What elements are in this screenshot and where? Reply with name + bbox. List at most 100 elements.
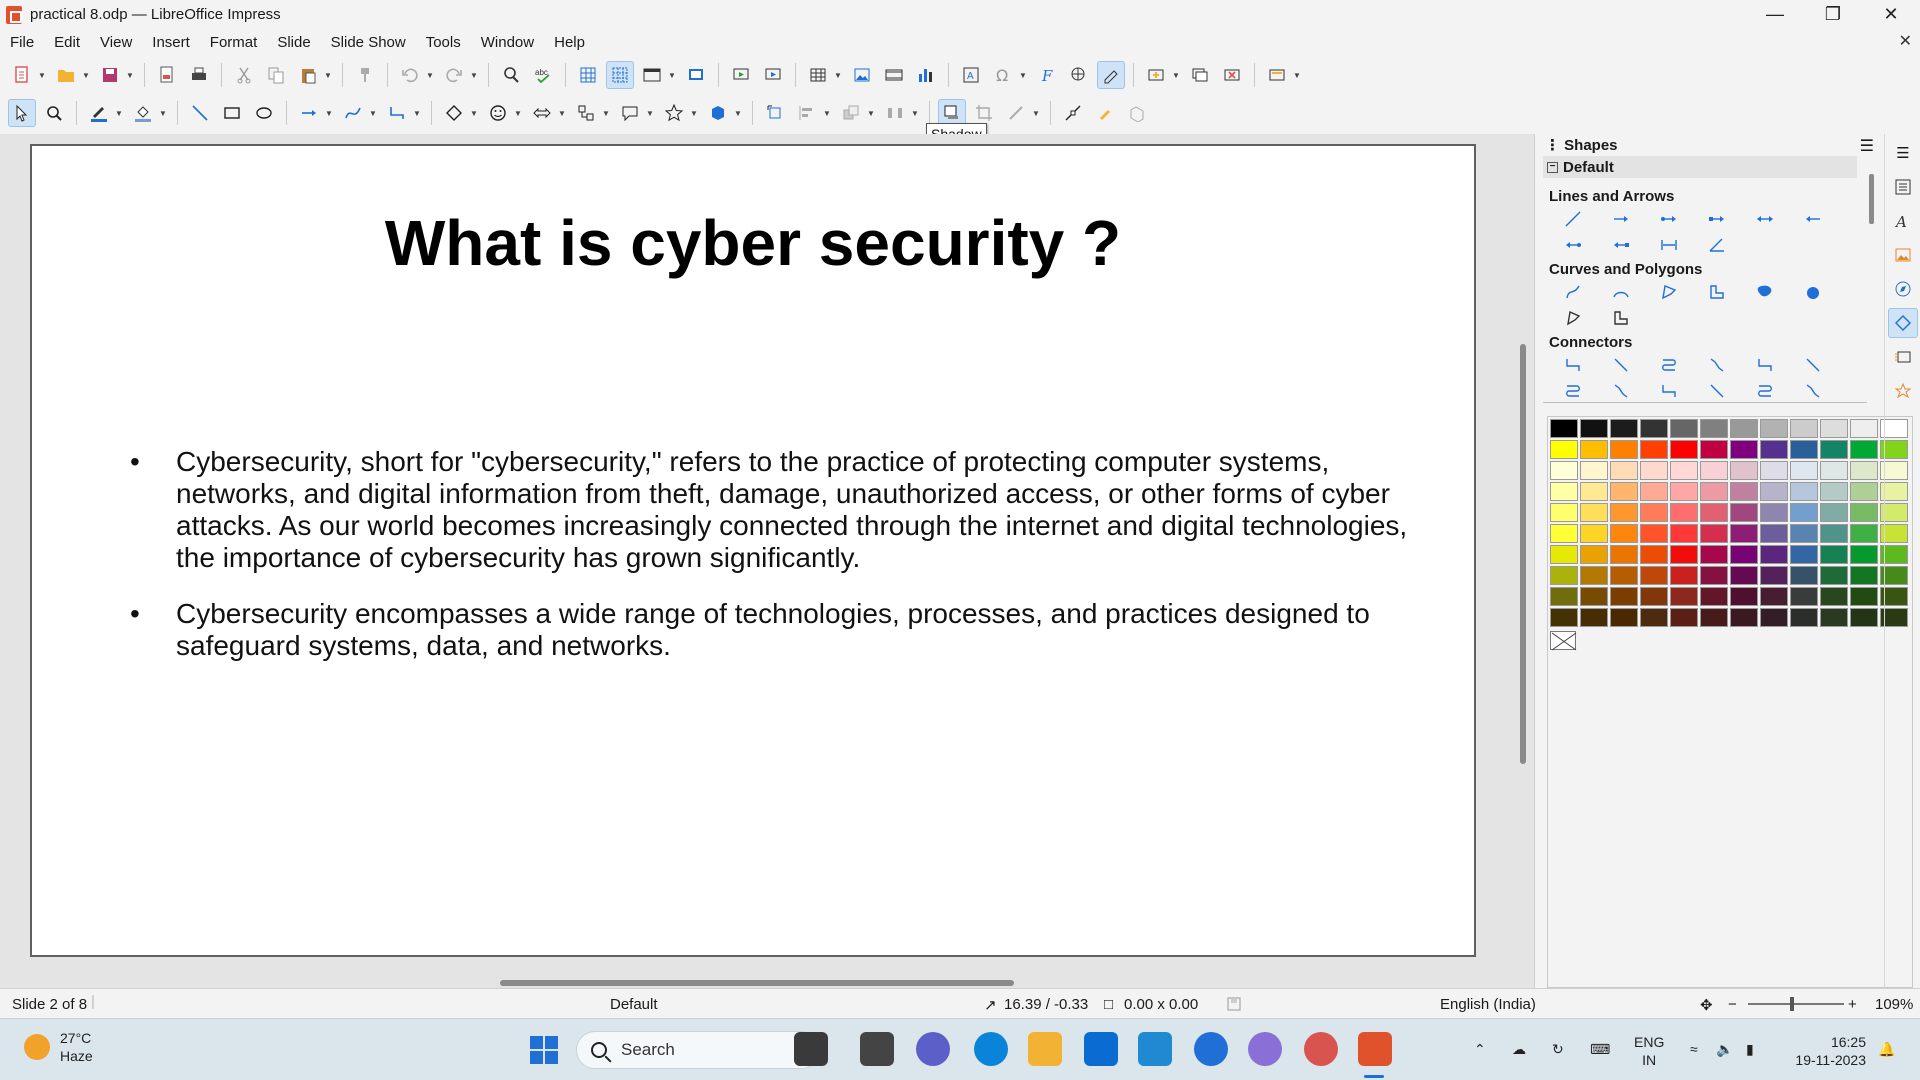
new-icon[interactable] (8, 61, 36, 89)
color-swatch[interactable] (1730, 461, 1758, 480)
no-fill-swatch[interactable] (1550, 631, 1577, 651)
color-swatch[interactable] (1550, 503, 1578, 522)
basic-shapes-dropdown-icon[interactable]: ▼ (470, 99, 478, 127)
color-swatch[interactable] (1550, 587, 1578, 606)
color-swatch[interactable] (1760, 524, 1788, 543)
keyboard-icon[interactable]: ⌨ (1590, 1041, 1610, 1058)
color-swatch[interactable] (1730, 419, 1758, 438)
color-swatch[interactable] (1610, 566, 1638, 585)
delete-slide-icon[interactable] (1218, 61, 1246, 89)
color-swatch[interactable] (1640, 587, 1668, 606)
line-connector-arrows-icon[interactable] (1597, 378, 1645, 404)
zoom-slider[interactable] (1748, 1003, 1844, 1005)
color-swatch[interactable] (1580, 545, 1608, 564)
angle-line-icon[interactable] (1693, 232, 1741, 258)
connectors-dropdown-icon[interactable]: ▼ (413, 99, 421, 127)
display-views-icon[interactable] (638, 61, 666, 89)
color-swatch[interactable] (1610, 587, 1638, 606)
new-dropdown-icon[interactable]: ▼ (38, 61, 46, 89)
polygon-filled-icon[interactable] (1549, 305, 1597, 331)
color-swatch[interactable] (1820, 419, 1848, 438)
minimize-button[interactable]: — (1746, 0, 1804, 29)
line-connector-circles-icon[interactable] (1789, 378, 1837, 404)
color-swatch[interactable] (1790, 440, 1818, 459)
color-swatch[interactable] (1760, 608, 1788, 627)
color-swatch[interactable] (1550, 482, 1578, 501)
notification-bell-icon[interactable]: 🔔 (1878, 1041, 1895, 1058)
color-swatch[interactable] (1610, 482, 1638, 501)
input-language[interactable]: ENG IN (1634, 1033, 1664, 1069)
curved-connector-icon[interactable] (1645, 352, 1693, 378)
edge-browser-icon[interactable] (974, 1032, 1008, 1066)
stars-dropdown-icon[interactable]: ▼ (690, 99, 698, 127)
save-icon[interactable] (96, 61, 124, 89)
chart-icon[interactable] (912, 61, 940, 89)
ellipse-tool-icon[interactable] (250, 99, 278, 127)
arrange-dropdown-icon[interactable]: ▼ (867, 99, 875, 127)
color-swatch[interactable] (1760, 482, 1788, 501)
default-section-header[interactable]: − Default (1543, 156, 1857, 178)
filled-curve-icon[interactable] (1741, 279, 1789, 305)
cut-icon[interactable] (230, 61, 258, 89)
zoom-in-icon[interactable]: + (1848, 996, 1857, 1013)
new-slide-dropdown-icon[interactable]: ▼ (1172, 61, 1180, 89)
menu-icon[interactable]: ☰ (1888, 138, 1918, 168)
line-square-arrow-icon[interactable] (1693, 206, 1741, 232)
lines-arrows-icon[interactable] (295, 99, 323, 127)
curved-connector-arrows-icon[interactable] (1549, 378, 1597, 404)
color-swatch[interactable] (1790, 461, 1818, 480)
clone-formatting-icon[interactable] (351, 61, 379, 89)
color-swatch[interactable] (1760, 503, 1788, 522)
connector-icon[interactable] (1549, 352, 1597, 378)
bullet-item[interactable]: • Cybersecurity, short for "cybersecurit… (100, 446, 1440, 574)
shapes-icon[interactable] (1888, 308, 1918, 338)
3d-objects-icon[interactable] (704, 99, 732, 127)
color-swatch[interactable] (1640, 461, 1668, 480)
shapes-scrollbar[interactable] (1869, 174, 1874, 224)
color-swatch[interactable] (1850, 461, 1878, 480)
color-swatch[interactable] (1700, 419, 1728, 438)
fill-color-icon[interactable] (129, 99, 157, 127)
color-swatch[interactable] (1670, 608, 1698, 627)
display-grid-icon[interactable] (574, 61, 602, 89)
menu-file[interactable]: File (0, 34, 44, 51)
flowchart-icon[interactable] (572, 99, 600, 127)
color-swatch[interactable] (1550, 461, 1578, 480)
weather-widget[interactable]: 27°C Haze (24, 1029, 93, 1065)
mail-icon[interactable] (1084, 1032, 1118, 1066)
color-swatch[interactable] (1730, 608, 1758, 627)
zoom-out-icon[interactable]: − (1728, 996, 1737, 1013)
color-swatch[interactable] (1730, 524, 1758, 543)
color-swatch[interactable] (1820, 503, 1848, 522)
symbol-shapes-dropdown-icon[interactable]: ▼ (514, 99, 522, 127)
open-dropdown-icon[interactable]: ▼ (82, 61, 90, 89)
glue-points-icon[interactable] (1091, 99, 1119, 127)
curve-icon[interactable] (1549, 279, 1597, 305)
arrange-icon[interactable] (837, 99, 865, 127)
curves-polygons-dropdown-icon[interactable]: ▼ (369, 99, 377, 127)
distribute-dropdown-icon[interactable]: ▼ (911, 99, 919, 127)
color-swatch[interactable] (1790, 545, 1818, 564)
color-swatch[interactable] (1730, 587, 1758, 606)
zoom-app-icon[interactable] (1194, 1032, 1228, 1066)
color-swatch[interactable] (1820, 482, 1848, 501)
color-swatch[interactable] (1670, 524, 1698, 543)
slide-title[interactable]: What is cyber security ? (32, 206, 1474, 280)
line-color-icon[interactable] (85, 99, 113, 127)
line-color-dropdown-icon[interactable]: ▼ (115, 99, 123, 127)
slide-transition-icon[interactable] (1888, 342, 1918, 372)
callout-shapes-dropdown-icon[interactable]: ▼ (646, 99, 654, 127)
duplicate-slide-icon[interactable] (1186, 61, 1214, 89)
callout-shapes-icon[interactable] (616, 99, 644, 127)
color-swatch[interactable] (1820, 461, 1848, 480)
color-swatch[interactable] (1760, 545, 1788, 564)
line-double-arrow-icon[interactable] (1741, 206, 1789, 232)
color-swatch[interactable] (1850, 482, 1878, 501)
wifi-icon[interactable]: ≈ (1690, 1041, 1698, 1057)
menu-view[interactable]: View (90, 34, 142, 51)
start-button[interactable] (530, 1036, 558, 1064)
color-swatch[interactable] (1760, 566, 1788, 585)
color-swatch[interactable] (1550, 440, 1578, 459)
undo-icon[interactable] (396, 61, 424, 89)
chrome-icon[interactable] (1304, 1032, 1338, 1066)
